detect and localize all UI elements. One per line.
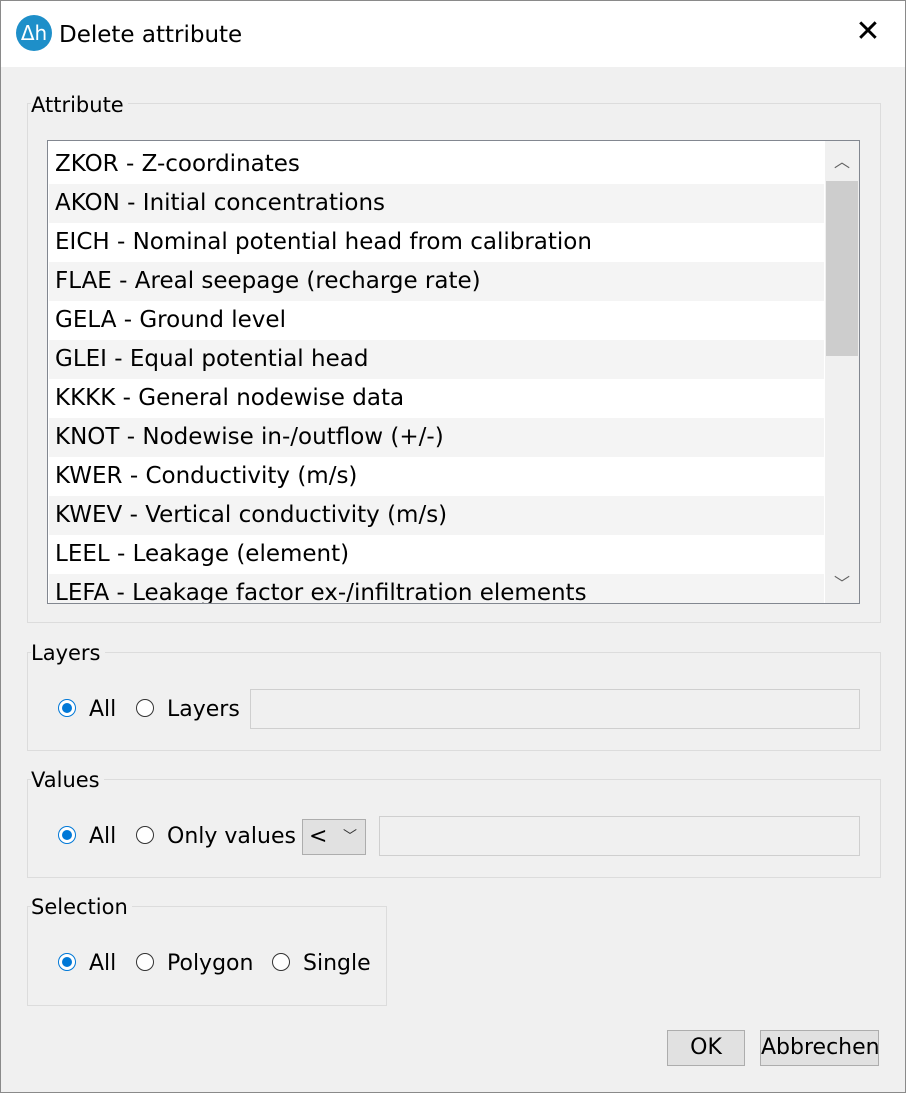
list-item[interactable]: KWER - Conductivity (m/s) [49,457,824,496]
values-all-label[interactable]: All [89,823,116,851]
values-all-radio[interactable] [58,826,76,844]
list-item[interactable]: KNOT - Nodewise in-/outflow (+/-) [49,418,824,457]
list-item[interactable]: ZKOR - Z-coordinates [49,145,824,184]
layers-group-label: Layers [31,640,105,666]
values-only-radio[interactable] [136,826,154,844]
selection-single-label[interactable]: Single [303,950,371,978]
selection-single-radio[interactable] [272,953,290,971]
chevron-down-icon[interactable]: ﹀ [825,565,859,603]
attribute-list-rows: ZKOR - Z-coordinates AKON - Initial conce… [49,145,824,603]
layers-layers-radio[interactable] [136,699,154,717]
attribute-list-scrollbar[interactable]: ︿ ﹀ [825,141,859,603]
layers-all-radio[interactable] [58,699,76,717]
values-group-label: Values [31,767,104,793]
list-item[interactable]: GELA - Ground level [49,301,824,340]
selection-group-label: Selection [31,894,132,920]
operator-value: < [309,824,328,849]
scroll-thumb[interactable] [826,181,858,356]
delete-attribute-dialog: Δh Delete attribute ✕ Attribute ZKOR - Z… [0,0,906,1093]
list-item[interactable]: KKKK - General nodewise data [49,379,824,418]
operator-select[interactable]: < ﹀ [302,819,366,855]
chevron-down-icon: ﹀ [343,829,357,845]
layers-layers-label[interactable]: Layers [167,696,240,724]
layers-all-label[interactable]: All [89,696,116,724]
cancel-button[interactable]: Abbrechen [760,1030,880,1066]
layers-input[interactable] [250,689,860,729]
title-bar: Δh Delete attribute ✕ [1,1,905,67]
list-item[interactable]: FLAE - Areal seepage (recharge rate) [49,262,824,301]
values-only-label[interactable]: Only values [167,823,296,851]
app-icon: Δh [16,15,52,51]
close-button[interactable]: ✕ [851,17,885,51]
close-icon: ✕ [855,14,881,49]
selection-all-label[interactable]: All [89,950,116,978]
selection-polygon-label[interactable]: Polygon [167,950,253,978]
selection-polygon-radio[interactable] [136,953,154,971]
dialog-title: Delete attribute [59,22,243,48]
list-item[interactable]: EICH - Nominal potential head from calib… [49,223,824,262]
attribute-group-label: Attribute [31,92,128,118]
chevron-up-icon[interactable]: ︿ [825,143,859,181]
list-item[interactable]: LEFA - Leakage factor ex-/infiltration e… [49,574,824,603]
list-item[interactable]: KWEV - Vertical conductivity (m/s) [49,496,824,535]
selection-all-radio[interactable] [58,953,76,971]
list-item[interactable]: AKON - Initial concentrations [49,184,824,223]
list-item[interactable]: GLEI - Equal potential head [49,340,824,379]
ok-button[interactable]: OK [667,1030,745,1066]
values-input[interactable] [379,816,860,856]
attribute-list[interactable]: ZKOR - Z-coordinates AKON - Initial conce… [47,140,860,604]
list-item[interactable]: LEEL - Leakage (element) [49,535,824,574]
